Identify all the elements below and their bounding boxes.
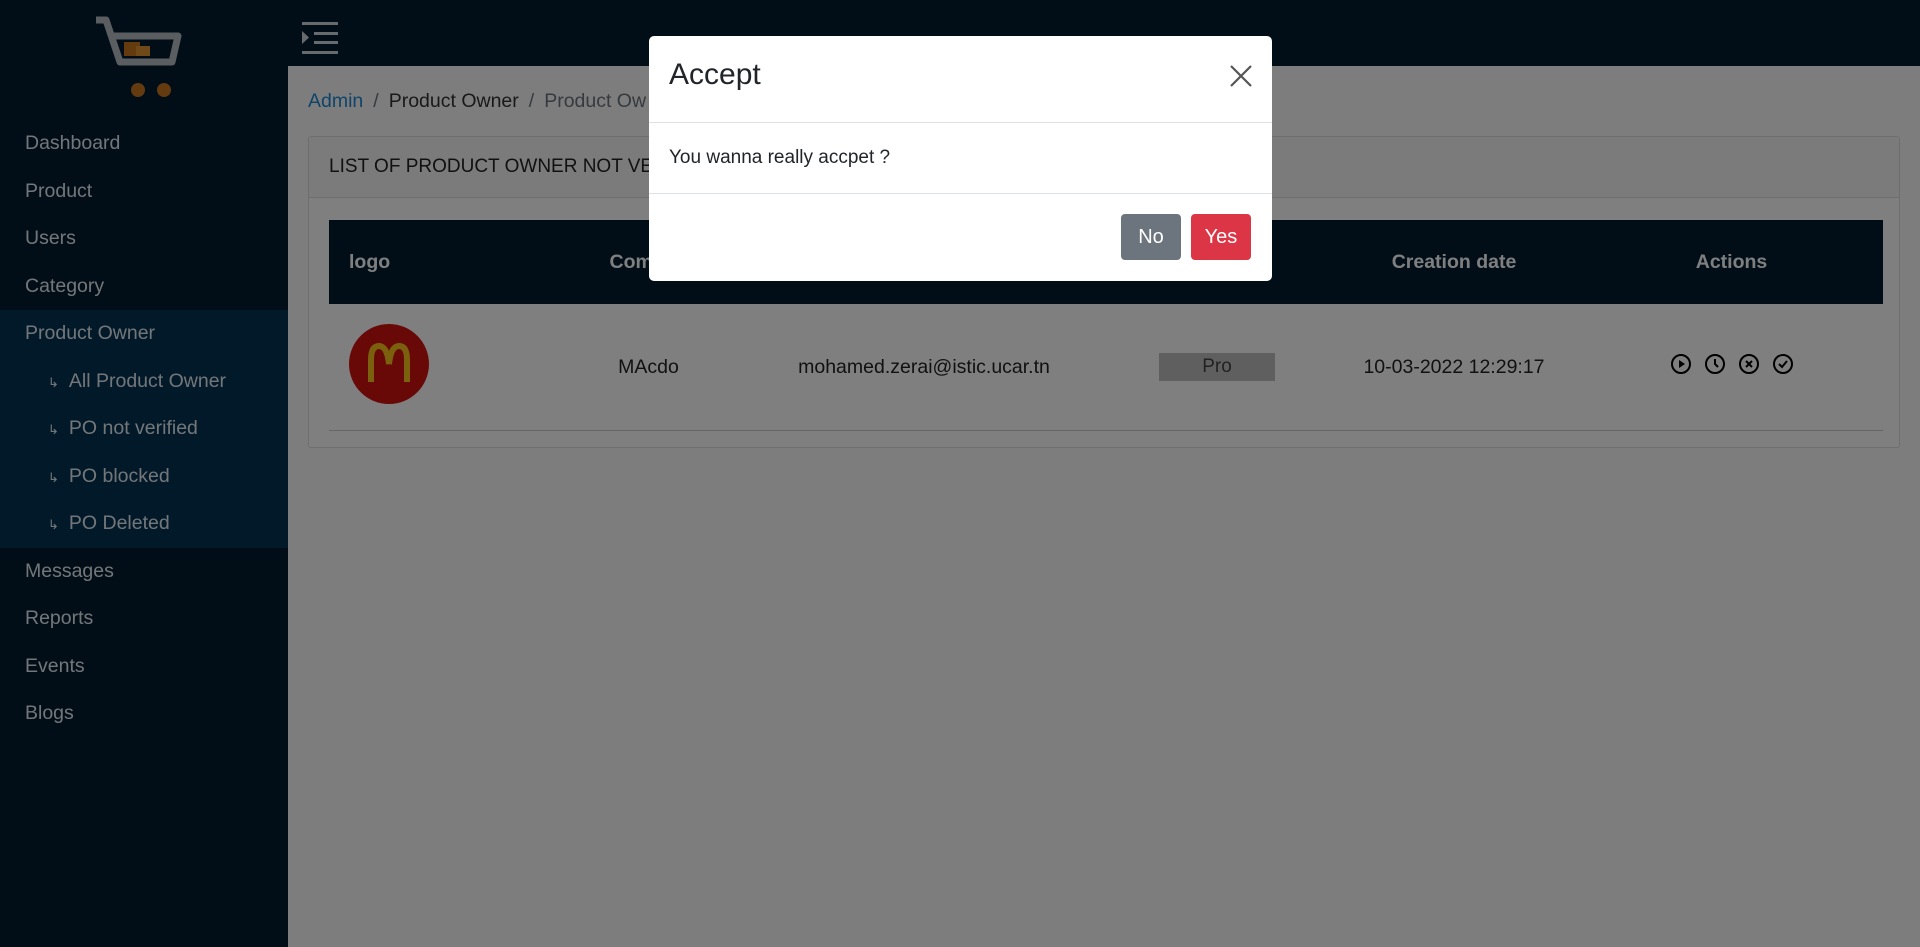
no-button[interactable]: No (1121, 214, 1181, 260)
modal-title: Accept (669, 58, 761, 91)
modal-header: Accept (649, 36, 1272, 123)
modal-footer: No Yes (649, 194, 1272, 281)
modal-message: You wanna really accpet ? (649, 123, 1272, 194)
accept-modal: Accept You wanna really accpet ? No Yes (649, 36, 1272, 281)
close-icon[interactable] (1228, 63, 1254, 89)
yes-button[interactable]: Yes (1191, 214, 1251, 260)
